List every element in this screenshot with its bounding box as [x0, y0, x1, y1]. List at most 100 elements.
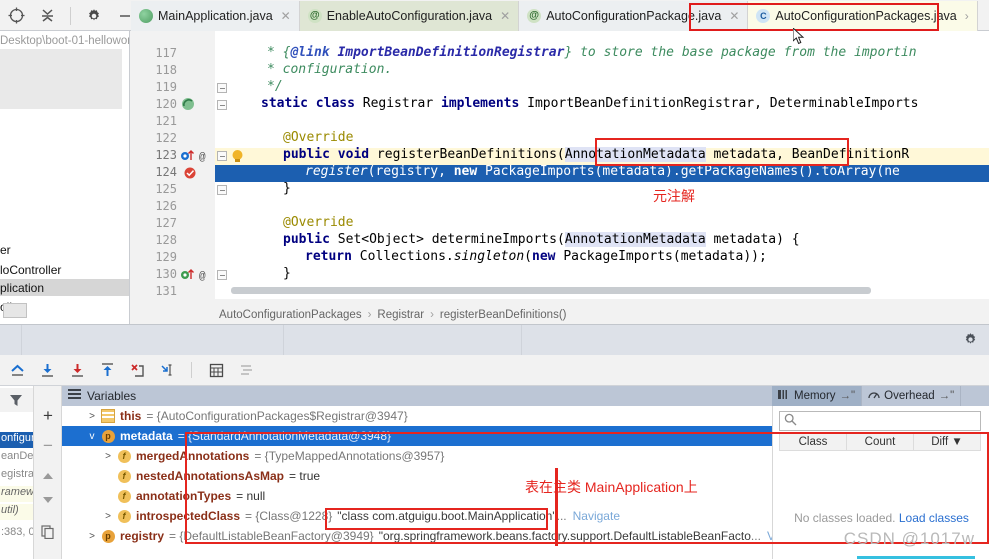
variable-row-this[interactable]: > this = {AutoConfigurationPackages$Regi… — [62, 406, 772, 426]
code-editor[interactable]: 117 118 119 120 121 122 123 124 125 126 … — [131, 31, 989, 299]
editor-tab-label: MainApplication.java — [158, 9, 273, 23]
variable-value: = null — [236, 489, 266, 503]
variable-row-mergedannotations[interactable]: > f mergedAnnotations = {TypeMappedAnnot… — [62, 446, 772, 466]
annotation-label-on-main-class: 表在主类 MainApplication上 — [525, 479, 698, 495]
project-item-1[interactable]: loController — [0, 263, 61, 277]
step-over-icon[interactable] — [38, 361, 56, 379]
run-to-cursor-icon[interactable] — [158, 361, 176, 379]
collapse-arrow-icon[interactable]: v — [84, 431, 100, 442]
override-impl-gutter-icon[interactable]: @ — [179, 148, 215, 165]
code-line-120: static class Registrar implements Import… — [261, 96, 919, 111]
debug-step-toolbar — [0, 355, 989, 386]
close-icon[interactable]: ✕ — [500, 9, 510, 23]
memory-column-class[interactable]: Class — [780, 434, 847, 450]
editor-tab-enableautoconfiguration[interactable]: @ EnableAutoConfiguration.java ✕ — [299, 1, 520, 31]
editor-tab-mainapplication[interactable]: MainApplication.java ✕ — [131, 1, 300, 31]
close-icon[interactable]: ✕ — [281, 9, 291, 23]
frames-filter-icon[interactable] — [0, 388, 33, 412]
frames-row[interactable]: ramew — [0, 486, 33, 502]
variable-ellipsis: ... — [556, 509, 567, 523]
code-line-119: */ — [267, 79, 283, 94]
expand-arrow-icon[interactable]: > — [84, 411, 100, 422]
frames-row[interactable]: egistra — [0, 468, 33, 484]
project-path-label: Desktop\boot-01-hellowor — [0, 35, 130, 47]
frames-row[interactable]: util) — [0, 504, 33, 520]
line-number: 123 — [155, 148, 177, 162]
breadcrumb-separator: › — [367, 308, 372, 321]
expand-arrow-icon[interactable]: > — [84, 531, 100, 542]
project-tree-collapsed-block — [0, 49, 122, 109]
breadcrumb-item-0[interactable]: AutoConfigurationPackages — [219, 309, 362, 321]
fold-marker[interactable] — [217, 270, 227, 280]
evaluate-expression-icon[interactable] — [207, 361, 225, 379]
breadcrumb-item-2[interactable]: registerBeanDefinitions() — [440, 309, 567, 321]
fold-marker[interactable] — [217, 100, 227, 110]
load-classes-link[interactable]: Load classes — [899, 511, 969, 525]
project-item-0[interactable]: er — [0, 243, 11, 257]
show-execution-point-icon[interactable] — [8, 361, 26, 379]
variable-value: = true — [289, 469, 321, 483]
fold-marker[interactable] — [217, 83, 227, 93]
variable-row-introspectedclass[interactable]: > f introspectedClass = {Class@1228} "cl… — [62, 506, 772, 526]
variable-row-registry[interactable]: > p registry = {DefaultListableBeanFacto… — [62, 526, 772, 546]
override-impl-gutter-icon[interactable]: @ — [179, 267, 215, 284]
pin-icon[interactable]: →" — [840, 390, 856, 402]
variable-name: nestedAnnotationsAsMap — [136, 469, 285, 483]
fold-marker[interactable] — [217, 185, 227, 195]
gear-icon[interactable] — [84, 6, 104, 26]
collapse-all-icon[interactable] — [37, 6, 57, 26]
variables-tab-header[interactable]: Variables — [62, 386, 772, 406]
editor-horizontal-scrollbar[interactable] — [231, 287, 871, 294]
tab-overhead[interactable]: Overhead →" — [862, 386, 962, 406]
line-number: 126 — [155, 199, 177, 213]
field-icon: f — [116, 489, 132, 503]
settings-gear-icon[interactable] — [963, 332, 979, 348]
move-up-icon[interactable] — [40, 468, 56, 484]
expand-arrow-icon[interactable]: > — [100, 451, 116, 462]
variable-row-metadata[interactable]: v p metadata = {StandardAnnotationMetada… — [62, 426, 772, 446]
trace-icon[interactable] — [237, 361, 255, 379]
memory-column-count[interactable]: Count — [847, 434, 914, 450]
tab-memory[interactable]: Memory →" — [772, 386, 863, 406]
remove-watch-icon[interactable]: − — [40, 436, 56, 455]
line-number: 131 — [155, 284, 177, 298]
step-out-icon[interactable] — [98, 361, 116, 379]
code-text-area[interactable]: * {@link ImportBeanDefinitionRegistrar} … — [231, 31, 989, 299]
add-watch-icon[interactable]: + — [40, 406, 56, 425]
close-icon[interactable]: › — [965, 9, 969, 23]
param-icon: p — [100, 529, 116, 543]
memory-search-input[interactable] — [779, 411, 981, 431]
copy-icon[interactable] — [40, 524, 56, 540]
project-item-2[interactable]: plication — [0, 281, 44, 295]
frames-panel[interactable]: onfigur eanDe egistra ramew util) :383, … — [0, 386, 34, 559]
spring-bean-gutter-icon[interactable] — [181, 97, 217, 114]
code-line-123: public void registerBeanDefinitions(Anno… — [283, 147, 910, 162]
debug-tool-window-header — [0, 324, 989, 356]
project-tool-window[interactable]: Desktop\boot-01-hellowor er loController… — [0, 31, 130, 324]
step-into-icon[interactable] — [68, 361, 86, 379]
pin-icon[interactable]: →" — [939, 390, 955, 402]
debug-header-cell-1 — [22, 325, 284, 356]
memory-empty-state: No classes loaded. Load classes — [773, 511, 989, 525]
frames-row-selected[interactable]: onfigur — [0, 432, 33, 448]
target-icon[interactable] — [6, 6, 26, 26]
drop-frame-icon[interactable] — [128, 361, 146, 379]
frames-row[interactable]: :383, 0 — [0, 526, 33, 542]
breakpoint-hit-gutter-icon[interactable] — [183, 165, 219, 182]
frames-row[interactable]: eanDe — [0, 450, 33, 466]
memory-column-diff[interactable]: Diff ▼ — [914, 434, 980, 450]
variables-menu-icon[interactable] — [68, 389, 81, 403]
line-number: 129 — [155, 250, 177, 264]
expand-arrow-icon[interactable]: > — [100, 511, 116, 522]
variable-string-value: "org.springframework.beans.factory.suppo… — [378, 529, 751, 543]
project-scroll-thumb[interactable] — [3, 303, 27, 318]
move-down-icon[interactable] — [40, 492, 56, 508]
line-number: 119 — [155, 80, 177, 94]
breadcrumb-item-1[interactable]: Registrar — [377, 309, 424, 321]
breadcrumb[interactable]: AutoConfigurationPackages › Registrar › … — [131, 305, 989, 324]
debug-header-cell-2 — [284, 325, 522, 356]
fold-marker[interactable] — [217, 151, 227, 161]
line-number: 122 — [155, 131, 177, 145]
line-number: 125 — [155, 182, 177, 196]
navigate-link[interactable]: Navigate — [573, 509, 620, 523]
